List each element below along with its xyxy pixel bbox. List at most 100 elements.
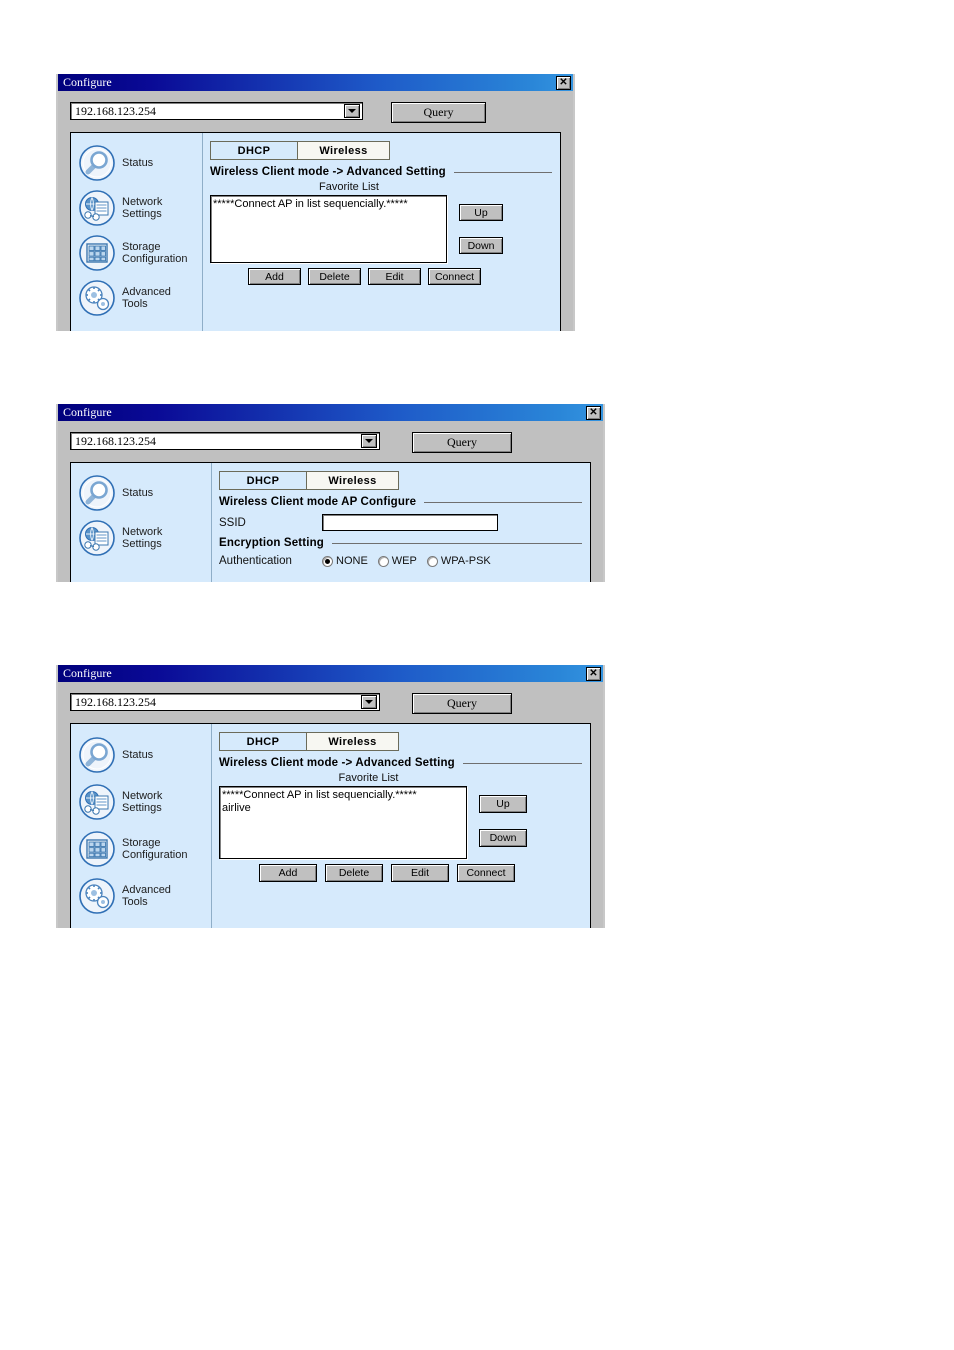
window-title: Configure — [63, 405, 112, 419]
favorite-list-caption: Favorite List — [338, 772, 399, 784]
sidebar-item-advanced-tools[interactable]: Advanced Tools — [71, 872, 211, 919]
list-action-buttons: Add Delete Edit Connect — [210, 268, 560, 285]
tab-dhcp[interactable]: DHCP — [210, 141, 298, 160]
sidebar-item-label: Status — [122, 156, 154, 169]
add-button[interactable]: Add — [259, 864, 317, 882]
ip-address-combobox[interactable]: 192.168.123.254 — [70, 693, 380, 711]
sidebar-item-storage-configuration[interactable]: Storage Configuration — [71, 230, 202, 275]
sidebar-item-status[interactable]: Status — [71, 140, 202, 185]
edit-button[interactable]: Edit — [368, 268, 421, 285]
sidebar-item-status[interactable]: Status — [71, 470, 211, 515]
content-area: DHCP Wireless Wireless Client mode AP Co… — [212, 463, 590, 582]
query-button[interactable]: Query — [391, 102, 486, 123]
radio-option-wep[interactable]: WEP — [377, 555, 423, 567]
tab-dhcp[interactable]: DHCP — [219, 471, 307, 490]
chevron-down-icon[interactable] — [344, 104, 360, 118]
chevron-down-icon[interactable] — [361, 434, 377, 448]
ip-address-value[interactable]: 192.168.123.254 — [71, 434, 361, 449]
favorite-listbox[interactable]: *****Connect AP in list sequencially.***… — [219, 786, 467, 859]
ip-address-combobox[interactable]: 192.168.123.254 — [70, 432, 380, 450]
section-rule — [462, 762, 582, 764]
sidebar-item-label: Network Settings — [122, 525, 163, 550]
delete-button[interactable]: Delete — [308, 268, 361, 285]
section-rule — [453, 171, 552, 173]
section-rule — [331, 542, 582, 544]
authentication-radio-group: NONE WEP WPA-PSK — [322, 555, 497, 567]
window-titlebar: Configure ✕ — [58, 665, 603, 682]
move-up-button[interactable]: Up — [479, 795, 527, 813]
tab-dhcp[interactable]: DHCP — [219, 732, 307, 751]
sidebar-item-label: Storage Configuration — [122, 240, 188, 265]
query-button[interactable]: Query — [412, 693, 512, 714]
main-panel: Status — [70, 723, 591, 928]
address-toolbar: 192.168.123.254 Query — [58, 91, 573, 132]
window-title: Configure — [63, 666, 112, 680]
configure-window-3: Configure ✕ 192.168.123.254 Query Status… — [56, 665, 605, 928]
authentication-label: Authentication — [219, 555, 292, 567]
radio-label: WEP — [391, 555, 417, 567]
delete-button[interactable]: Delete — [325, 864, 383, 882]
network-icon — [79, 519, 115, 556]
ip-address-value[interactable]: 192.168.123.254 — [71, 104, 344, 119]
tab-wireless[interactable]: Wireless — [307, 471, 399, 490]
sidebar-item-label: Status — [122, 486, 154, 499]
radio-icon[interactable] — [322, 555, 333, 567]
add-button[interactable]: Add — [248, 268, 301, 285]
sidebar-item-network-settings[interactable]: Network Settings — [71, 185, 202, 230]
sidebar-item-status[interactable]: Status — [71, 731, 211, 778]
sidebar-item-storage-configuration[interactable]: Storage Configuration — [71, 825, 211, 872]
radio-icon[interactable] — [426, 555, 438, 567]
radio-icon[interactable] — [377, 555, 389, 567]
content-area: DHCP Wireless Wireless Client mode -> Ad… — [212, 724, 590, 928]
storage-grid-icon — [79, 830, 115, 867]
close-icon[interactable]: ✕ — [586, 666, 601, 681]
close-icon[interactable]: ✕ — [556, 75, 571, 90]
magnifier-icon — [79, 736, 115, 773]
favorite-listbox[interactable]: *****Connect AP in list sequencially.***… — [210, 195, 447, 263]
move-up-button[interactable]: Up — [459, 204, 503, 221]
tab-bar: DHCP Wireless — [219, 471, 590, 490]
window-titlebar: Configure ✕ — [58, 74, 573, 91]
edit-button[interactable]: Edit — [391, 864, 449, 882]
radio-label: NONE — [336, 555, 368, 567]
main-panel: Status — [70, 462, 591, 582]
ip-address-combobox[interactable]: 192.168.123.254 — [70, 102, 363, 120]
storage-grid-icon — [79, 234, 115, 271]
section-title: Wireless Client mode -> Advanced Setting — [210, 166, 446, 178]
query-button[interactable]: Query — [412, 432, 512, 453]
chevron-down-icon[interactable] — [361, 695, 377, 709]
ssid-input[interactable] — [322, 514, 498, 531]
sidebar-item-label: Advanced Tools — [122, 883, 171, 908]
sidebar-item-label: Network Settings — [122, 195, 163, 220]
tab-bar: DHCP Wireless — [219, 732, 590, 751]
move-down-button[interactable]: Down — [459, 237, 503, 254]
window-title: Configure — [63, 75, 112, 89]
tab-bar: DHCP Wireless — [210, 141, 560, 160]
radio-label: WPA-PSK — [440, 555, 491, 567]
tab-wireless[interactable]: Wireless — [298, 141, 390, 160]
ip-address-value[interactable]: 192.168.123.254 — [71, 695, 361, 710]
section-header: Wireless Client mode -> Advanced Setting — [210, 166, 560, 178]
radio-option-wpa-psk[interactable]: WPA-PSK — [426, 555, 497, 567]
favorite-list-caption: Favorite List — [319, 181, 379, 193]
configure-window-2: Configure ✕ 192.168.123.254 Query Status… — [56, 404, 605, 582]
network-icon — [79, 189, 115, 226]
close-icon[interactable]: ✕ — [586, 405, 601, 420]
sidebar: Status — [71, 724, 212, 928]
sidebar: Status — [71, 133, 203, 331]
radio-option-none[interactable]: NONE — [322, 555, 374, 567]
sidebar-item-network-settings[interactable]: Network Settings — [71, 778, 211, 825]
connect-button[interactable]: Connect — [457, 864, 515, 882]
list-order-buttons: Up Down — [459, 195, 503, 263]
magnifier-icon — [79, 474, 115, 511]
section-rule — [424, 501, 582, 503]
list-order-buttons: Up Down — [479, 786, 527, 859]
sidebar-item-network-settings[interactable]: Network Settings — [71, 515, 211, 560]
connect-button[interactable]: Connect — [428, 268, 481, 285]
sidebar-item-advanced-tools[interactable]: Advanced Tools — [71, 275, 202, 320]
section-header: Wireless Client mode AP Configure — [219, 496, 590, 508]
tab-wireless[interactable]: Wireless — [307, 732, 399, 751]
list-action-buttons: Add Delete Edit Connect — [219, 864, 590, 882]
authentication-row: Authentication NONE WEP WPA-PSK — [219, 555, 590, 567]
move-down-button[interactable]: Down — [479, 829, 527, 847]
